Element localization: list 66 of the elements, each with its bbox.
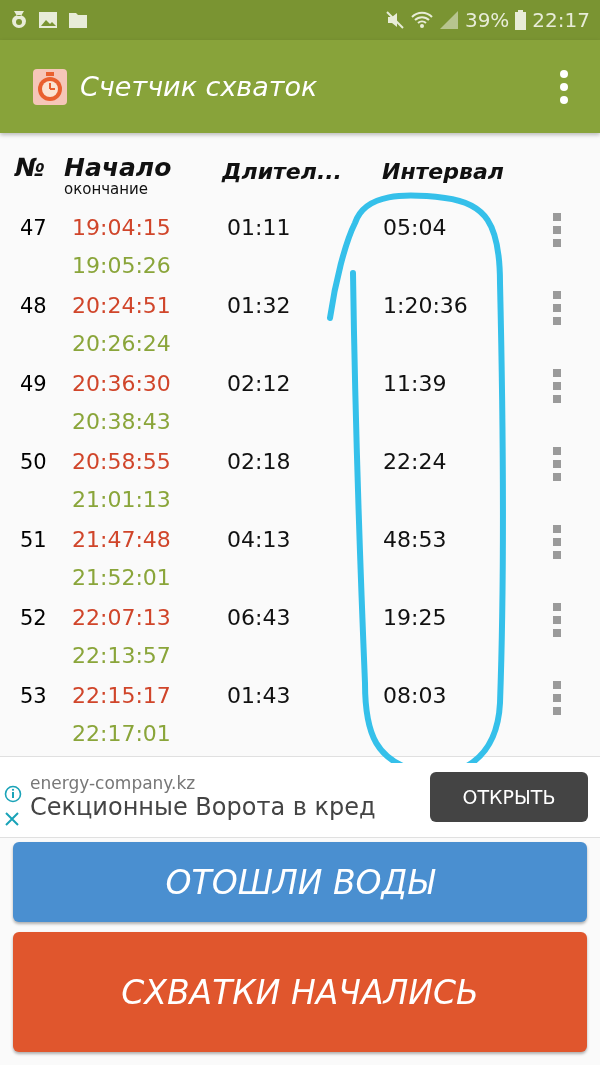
start-time: 20:36:30 [72, 370, 172, 398]
row-number: 50 [19, 449, 48, 476]
column-header: Интервал [382, 158, 505, 186]
duration-cell-text: 06:43 [227, 604, 292, 632]
app-notification-icon [10, 9, 28, 31]
duration-cell-text: 01:11 [227, 214, 292, 242]
duration-cell-text: 02:18 [227, 448, 292, 476]
interval-cell-text: 1:20:36 [383, 292, 469, 320]
duration-cell-text: 04:13 [227, 526, 292, 554]
row-number: 47 [19, 215, 48, 242]
duration-cell-text: 02:12 [227, 370, 292, 398]
close-icon[interactable] [4, 811, 20, 827]
start-time: 22:15:17 [72, 682, 172, 710]
end-time: 20:26:24 [72, 330, 172, 358]
app-title: Счетчик схваток [80, 71, 319, 102]
row-menu-icon[interactable] [553, 369, 561, 403]
clock: 22:17 [532, 8, 590, 32]
row-menu-icon[interactable] [553, 291, 561, 325]
mute-icon [384, 10, 405, 30]
open-button[interactable]: ОТКРЫТЬ [430, 772, 588, 822]
folder-icon [68, 11, 88, 29]
duration-cell-text: 01:43 [227, 682, 292, 710]
row-menu-icon[interactable] [553, 525, 561, 559]
row-number: 51 [19, 527, 48, 554]
column-header: № [13, 153, 47, 182]
start-time: 19:04:15 [72, 214, 172, 242]
start-time: 22:07:13 [72, 604, 172, 632]
end-time: 22:17:01 [72, 720, 172, 748]
end-time: 21:52:01 [72, 564, 172, 592]
end-time: 19:05:26 [72, 252, 172, 280]
more-icon[interactable] [560, 69, 568, 104]
row-number: 49 [19, 371, 48, 398]
interval-cell-text: 08:03 [383, 682, 448, 710]
row-menu-icon[interactable] [553, 447, 561, 481]
interval-cell-text: 48:53 [383, 526, 448, 554]
battery-icon [515, 10, 527, 30]
end-time: 22:13:57 [72, 642, 172, 670]
duration-cell-text: 01:32 [227, 292, 292, 320]
signal-icon [438, 10, 459, 30]
interval-cell-text: 05:04 [383, 214, 448, 242]
row-number: 53 [19, 683, 48, 710]
ad-headline: Секционные Ворота в кред [30, 793, 377, 821]
action-button[interactable]: ОТОШЛИ ВОДЫ [13, 842, 587, 922]
stopwatch-icon [32, 67, 68, 106]
interval-cell-text: 22:24 [383, 448, 448, 476]
column-header: Длител... [222, 158, 343, 186]
column-header: Начало [64, 153, 173, 182]
battery-percent: 39% [464, 8, 510, 32]
row-menu-icon[interactable] [553, 681, 561, 715]
interval-cell-text: 19:25 [383, 604, 448, 632]
row-menu-icon[interactable] [553, 603, 561, 637]
ad-domain: energy-company.kz [30, 773, 197, 793]
row-number: 52 [19, 605, 48, 632]
image-icon [38, 11, 58, 29]
row-menu-icon[interactable] [553, 213, 561, 247]
start-time: 20:24:51 [72, 292, 172, 320]
wifi-icon [410, 11, 433, 29]
action-button[interactable]: СХВАТКИ НАЧАЛИСЬ [13, 932, 587, 1052]
start-time: 21:47:48 [72, 526, 172, 554]
column-subheader: окончание [64, 182, 150, 197]
row-number: 48 [19, 293, 48, 320]
interval-cell-text: 11:39 [383, 370, 448, 398]
start-time: 20:58:55 [72, 448, 172, 476]
end-time: 21:01:13 [72, 486, 172, 514]
end-time: 20:38:43 [72, 408, 172, 436]
info-icon[interactable] [4, 785, 22, 803]
